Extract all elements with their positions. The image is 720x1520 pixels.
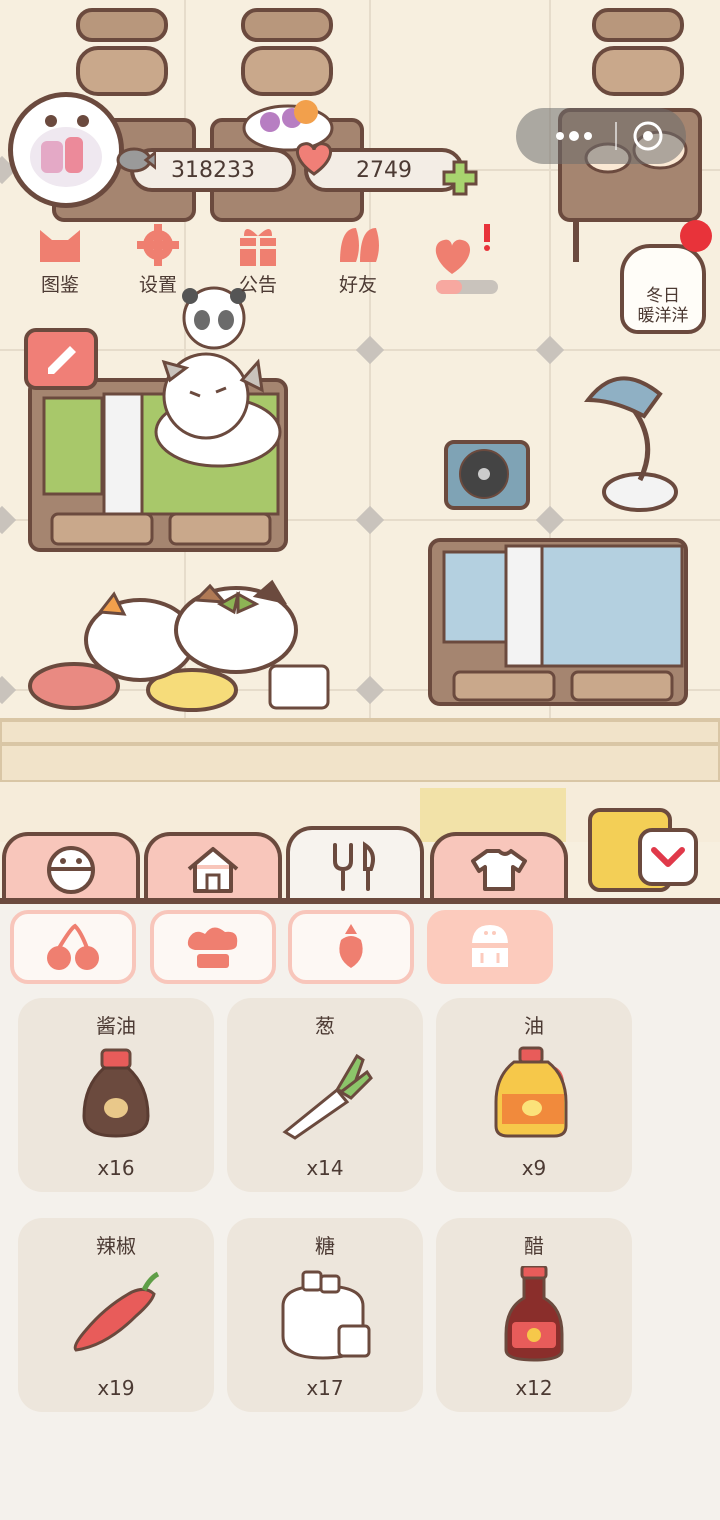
chair-3 [592,8,684,96]
gift-icon [240,229,276,266]
vinegar-bottle-icon [504,1266,564,1362]
coin-counter: 318233 [116,147,296,192]
item-quantity: x12 [515,1376,553,1400]
item-quantity: x16 [97,1156,135,1180]
heart-amount: 2749 [356,157,412,183]
chevron-down-icon [651,847,685,867]
food-bowls [28,662,330,712]
heart-icon [295,142,333,176]
face-icon [47,846,95,894]
shirt-icon [471,849,527,891]
menu-collection-button[interactable]: 图鉴 [12,222,108,312]
room-scene[interactable]: 318233 2749 图鉴 设置 公告 好友 冬日 暖洋洋 [0,0,720,900]
soy-sauce-icon [82,1048,150,1138]
item-card-sugar[interactable]: 糖 x17 [227,1218,423,1412]
item-name: 葱 [315,1014,335,1038]
winter-event-button[interactable]: 冬日 暖洋洋 [620,244,706,334]
subcategory-condiment[interactable] [427,910,553,984]
player-avatar[interactable] [8,92,124,208]
tab-cats[interactable] [2,832,140,904]
gear-icon [137,224,179,266]
scallion-icon [282,1053,373,1140]
desk-lamp [583,376,678,512]
event-label: 冬日 暖洋洋 [637,286,689,326]
tab-divider [0,898,720,904]
item-quantity: x14 [306,1156,344,1180]
subcategory-vegetable[interactable] [288,910,414,984]
item-name: 辣椒 [96,1234,136,1258]
item-card-oil[interactable]: 油 x9 [436,998,632,1192]
salt-shaker-icon [472,925,508,967]
chair-1 [76,8,168,96]
menu-friends-button[interactable]: 好友 [310,222,406,312]
notification-dot-icon [680,220,712,252]
add-currency-plus-icon[interactable] [440,158,480,198]
menu-label: 公告 [238,274,277,296]
eating-cats [84,579,298,682]
chili-pepper-icon [73,1271,160,1352]
collapse-panel-button[interactable] [638,828,698,886]
record-player [444,440,530,510]
menu-label: 设置 [138,274,177,296]
system-capsule[interactable] [516,108,686,164]
friends-icon [340,228,379,262]
carrot-icon [339,924,363,968]
menu-label: 好友 [338,274,377,296]
item-name: 醋 [524,1234,544,1258]
subcategory-fruit[interactable] [10,910,136,984]
more-dots-icon [556,131,592,141]
fish-coin-icon [116,147,156,173]
pencil-icon [24,328,98,390]
blue-bed [428,538,688,706]
tab-food[interactable] [286,826,424,904]
house-icon [187,847,239,893]
menu-event-button[interactable] [412,222,508,312]
cat-face-icon [40,230,80,262]
item-card-chili[interactable]: 辣椒 x19 [18,1218,214,1412]
item-card-vinegar[interactable]: 醋 x12 [436,1218,632,1412]
item-quantity: x17 [306,1376,344,1400]
chair-2 [241,8,333,96]
subcategory-dessert[interactable] [150,910,276,984]
item-name: 酱油 [96,1014,136,1038]
heart-event-icon [435,224,498,294]
edit-room-button[interactable] [22,316,102,392]
item-quantity: x9 [521,1156,547,1180]
item-quantity: x19 [97,1376,135,1400]
item-name: 油 [524,1014,544,1038]
oil-bottle-icon [494,1046,568,1138]
menu-settings-button[interactable]: 设置 [110,222,206,312]
close-target-icon [633,121,663,151]
item-card-scallion[interactable]: 葱 x14 [227,998,423,1192]
category-tabs [0,826,720,904]
sleeping-cat [154,352,282,468]
tab-furniture[interactable] [144,832,282,904]
item-card-soy-sauce[interactable]: 酱油 x16 [18,998,214,1192]
cutlery-icon [333,841,375,891]
cherry-icon [47,923,99,970]
sugar-bag-icon [281,1270,371,1360]
menu-label: 图鉴 [40,274,79,296]
item-name: 糖 [315,1234,335,1258]
tab-clothing[interactable] [430,832,568,904]
menu-announcement-button[interactable]: 公告 [210,222,306,312]
cake-icon [187,927,238,968]
coin-amount: 318233 [171,157,255,183]
